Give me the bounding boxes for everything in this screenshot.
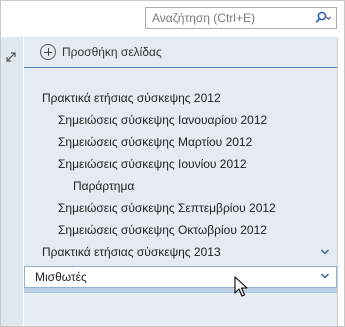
page-item[interactable]: Παράρτημα [73,178,134,194]
section-label: Μισθωτές [35,270,87,284]
search-icon[interactable] [310,8,336,28]
page-item[interactable]: Σημειώσεις σύσκεψης Σεπτεμβρίου 2012 [58,200,276,216]
section-area [24,292,337,326]
section-chevron-icon[interactable] [320,271,330,281]
expand-arrows-icon[interactable] [4,50,18,64]
page-item[interactable]: Σημειώσεις σύσκεψης Οκτωβρίου 2012 [58,222,267,238]
page-item[interactable]: Πρακτικά ετήσιας σύσκεψης 2013 [42,244,221,260]
search-input[interactable] [146,8,310,28]
page-item[interactable]: Σημειώσεις σύσκεψης Μαρτίου 2012 [58,134,252,150]
expand-chevron-icon[interactable] [320,247,330,257]
mouse-pointer-icon [234,276,250,298]
page-item[interactable]: Σημειώσεις σύσκεψης Ιανουαρίου 2012 [58,112,267,128]
plus-circle-icon [40,44,56,60]
page-item[interactable]: Σημειώσεις σύσκεψης Ιουνίου 2012 [58,156,247,172]
search-box[interactable] [145,7,337,29]
pane-left-strip [1,37,23,326]
add-page-button[interactable]: Προσθήκη σελίδας [24,37,337,67]
add-page-label: Προσθήκη σελίδας [62,45,162,59]
panel-separator [24,67,337,68]
page-item[interactable]: Πρακτικά ετήσιας σύσκεψης 2012 [42,90,221,106]
section-tab-row[interactable]: Μισθωτές [24,266,337,288]
pane-border [337,37,338,326]
